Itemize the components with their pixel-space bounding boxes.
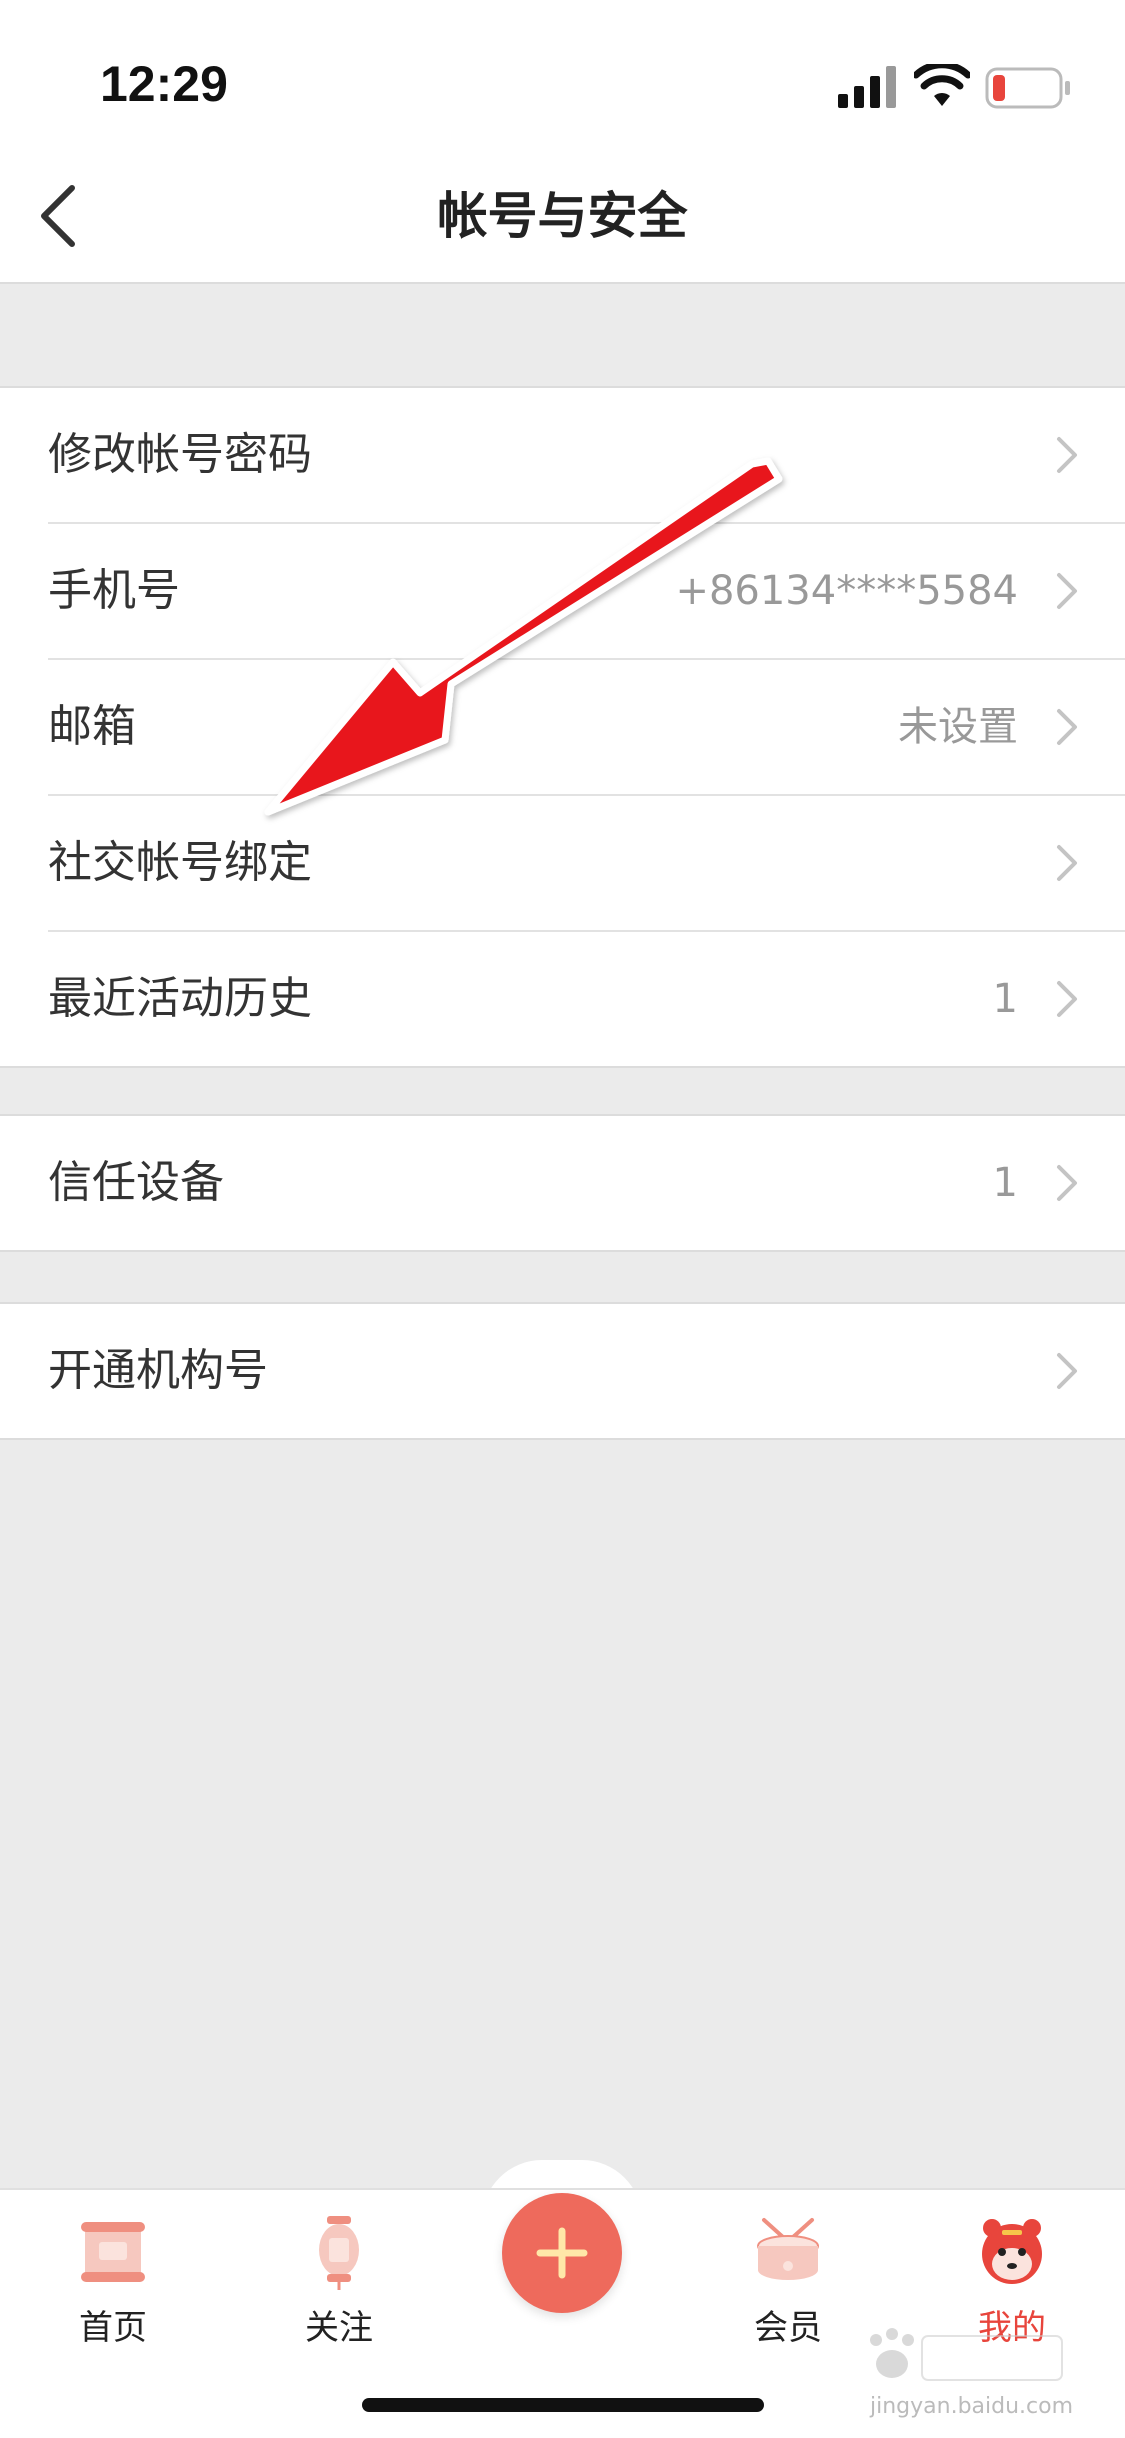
settings-row-change-password[interactable]: 修改帐号密码 [48,388,1125,524]
settings-row-phone[interactable]: 手机号 +86134****5584 [48,524,1125,660]
navigation-bar: 帐号与安全 [0,150,1125,284]
row-label: 最近活动历史 [48,973,312,1024]
battery-low-icon [985,67,1070,109]
page-title: 帐号与安全 [437,187,688,245]
row-label: 开通机构号 [48,1345,268,1396]
tab-label: 首页 [79,2308,147,2348]
scroll-icon [81,2222,145,2282]
account-settings-group: 修改帐号密码 手机号 +86134****5584 邮箱 未设置 社交帐号绑定 … [0,386,1125,1068]
chevron-right-icon [1057,1165,1077,1201]
status-bar: 12:29 [0,0,1125,150]
settings-row-email[interactable]: 邮箱 未设置 [48,660,1125,796]
tab-home[interactable]: 首页 [33,2212,193,2349]
trusted-devices-group: 信任设备 1 [0,1114,1125,1252]
drum-icon [757,2218,819,2280]
wifi-icon [914,64,970,106]
row-label: 邮箱 [48,701,136,752]
tab-label: 关注 [305,2308,373,2348]
row-label: 社交帐号绑定 [48,837,312,888]
row-value: 1 [992,1160,1018,1206]
cellular-signal-icon [838,66,896,108]
chevron-right-icon [1057,573,1077,609]
settings-row-social-binding[interactable]: 社交帐号绑定 [48,796,1125,932]
row-value: 1 [992,976,1018,1022]
home-indicator [362,2398,764,2412]
chevron-right-icon [1057,845,1077,881]
watermark-text: jingyan.baidu.com [870,2394,1074,2419]
baidu-jingyan-watermark-logo [870,2328,1063,2381]
row-label: 手机号 [48,565,180,616]
row-label: 信任设备 [48,1157,224,1208]
row-label: 修改帐号密码 [48,429,312,480]
chevron-right-icon [1057,709,1077,745]
chevron-right-icon [1057,437,1077,473]
tab-label: 会员 [754,2308,822,2348]
settings-row-trusted-devices[interactable]: 信任设备 1 [48,1116,1125,1250]
plus-icon [536,2227,588,2279]
chevron-right-icon [1057,981,1077,1017]
tab-membership[interactable]: 会员 [708,2212,868,2349]
organization-group: 开通机构号 [0,1302,1125,1440]
settings-row-open-organization-account[interactable]: 开通机构号 [48,1304,1125,1438]
status-time: 12:29 [100,56,228,112]
settings-row-activity-history[interactable]: 最近活动历史 1 [48,932,1125,1066]
tab-follow[interactable]: 关注 [259,2212,419,2349]
row-value: 未设置 [898,704,1018,750]
chevron-right-icon [1057,1353,1077,1389]
tiger-avatar-icon [982,2219,1042,2284]
row-value: +86134****5584 [675,568,1018,614]
lantern-icon [319,2216,359,2290]
add-post-button[interactable] [502,2193,622,2313]
